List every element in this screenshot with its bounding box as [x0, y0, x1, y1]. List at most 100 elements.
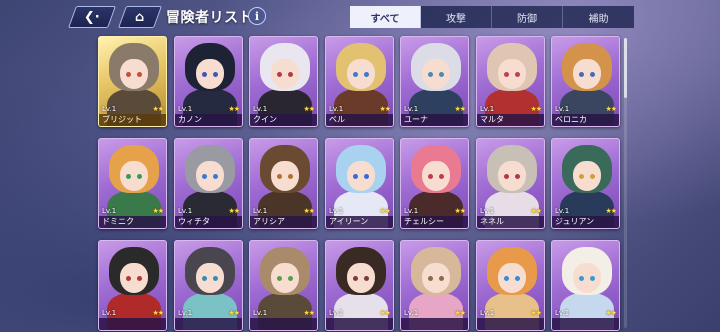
level-label: Lv.1: [253, 207, 268, 215]
portrait-eye: [277, 276, 282, 281]
adventurer-name: チェルシー: [401, 216, 468, 228]
home-button[interactable]: ⌂: [117, 6, 163, 28]
portrait-eye: [590, 276, 595, 281]
adventurer-card[interactable]: Lv.1 ★★ ベル: [325, 36, 394, 127]
adventurer-card[interactable]: Lv.1 ★★ ドミニク: [98, 138, 167, 229]
top-bar: ❮· ⌂ 冒険者リスト i すべて 攻撃 防御 補助: [0, 0, 720, 34]
rarity-stars-icon: ★★: [454, 309, 466, 317]
adventurer-card[interactable]: Lv.1 ★★: [98, 240, 167, 331]
portrait-face: [347, 263, 375, 293]
adventurer-card[interactable]: Lv.1 ★★ チェルシー: [400, 138, 469, 229]
portrait-eye: [277, 174, 282, 179]
portrait-eye: [353, 174, 358, 179]
rarity-stars-icon: ★★: [379, 105, 391, 113]
adventurer-card[interactable]: Lv.1 ★★ アイリーン: [325, 138, 394, 229]
portrait-eye: [590, 72, 595, 77]
adventurer-card[interactable]: Lv.1 ★★: [476, 240, 545, 331]
portrait-face: [120, 263, 148, 293]
tab-attack[interactable]: 攻撃: [421, 6, 492, 28]
adventurer-card[interactable]: Lv.1 ★★: [400, 240, 469, 331]
rarity-stars-icon: ★★: [303, 105, 315, 113]
portrait-eye: [579, 72, 584, 77]
tab-support[interactable]: 補助: [563, 6, 634, 28]
rarity-stars-icon: ★★: [454, 207, 466, 215]
adventurer-name: ユーナ: [401, 114, 468, 126]
adventurer-name: [250, 318, 317, 330]
adventurer-card[interactable]: Lv.1 ★★: [174, 240, 243, 331]
adventurer-card[interactable]: Lv.1 ★★ ブリジット: [98, 36, 167, 127]
adventurer-name: アリシア: [250, 216, 317, 228]
adventurer-card[interactable]: Lv.1 ★★: [249, 240, 318, 331]
adventurer-card[interactable]: Lv.1 ★★ カノン: [174, 36, 243, 127]
rarity-stars-icon: ★★: [605, 207, 617, 215]
adventurer-card[interactable]: Lv.1 ★★: [325, 240, 394, 331]
portrait-eye: [515, 72, 520, 77]
rarity-stars-icon: ★★: [228, 207, 240, 215]
level-label: Lv.1: [329, 105, 344, 113]
adventurer-name: ジュリアン: [552, 216, 619, 228]
level-label: Lv.1: [178, 207, 193, 215]
info-button[interactable]: i: [248, 7, 266, 25]
adventurer-name: ドミニク: [99, 216, 166, 228]
portrait-eye: [126, 174, 131, 179]
rarity-stars-icon: ★★: [605, 309, 617, 317]
portrait-eye: [137, 174, 142, 179]
adventurer-card[interactable]: Lv.1 ★★ アリシア: [249, 138, 318, 229]
portrait-eye: [213, 276, 218, 281]
portrait-face: [196, 263, 224, 293]
rarity-stars-icon: ★★: [379, 309, 391, 317]
portrait-face: [422, 161, 450, 191]
rarity-stars-icon: ★★: [228, 309, 240, 317]
portrait-eye: [202, 174, 207, 179]
adventurer-name: カノン: [175, 114, 242, 126]
adventurer-name: ウィチタ: [175, 216, 242, 228]
rarity-stars-icon: ★★: [152, 309, 164, 317]
adventurer-card[interactable]: Lv.1 ★★ ウィチタ: [174, 138, 243, 229]
rarity-stars-icon: ★★: [379, 207, 391, 215]
portrait-eye: [515, 276, 520, 281]
portrait-eye: [439, 276, 444, 281]
level-label: Lv.1: [404, 207, 419, 215]
portrait-eye: [439, 72, 444, 77]
tab-all[interactable]: すべて: [350, 6, 421, 28]
portrait-face: [271, 59, 299, 89]
adventurer-card[interactable]: Lv.1 ★★ クイン: [249, 36, 318, 127]
level-label: Lv.1: [178, 309, 193, 317]
adventurer-card[interactable]: Lv.1 ★★ マルタ: [476, 36, 545, 127]
level-label: Lv.1: [555, 105, 570, 113]
adventurer-name: [401, 318, 468, 330]
rarity-stars-icon: ★★: [530, 105, 542, 113]
adventurer-card[interactable]: Lv.1 ★★ ジュリアン: [551, 138, 620, 229]
portrait-face: [422, 263, 450, 293]
portrait-face: [120, 59, 148, 89]
level-label: Lv.1: [404, 105, 419, 113]
adventurer-card[interactable]: Lv.1 ★★ ユーナ: [400, 36, 469, 127]
level-label: Lv.1: [102, 105, 117, 113]
back-button[interactable]: ❮·: [67, 6, 117, 28]
scrollbar-thumb[interactable]: [624, 38, 627, 98]
rarity-stars-icon: ★★: [228, 105, 240, 113]
portrait-eye: [288, 72, 293, 77]
level-label: Lv.1: [102, 207, 117, 215]
portrait-face: [271, 263, 299, 293]
level-label: Lv.1: [555, 207, 570, 215]
portrait-face: [120, 161, 148, 191]
level-label: Lv.1: [253, 105, 268, 113]
portrait-eye: [277, 72, 282, 77]
portrait-eye: [137, 276, 142, 281]
adventurer-card[interactable]: Lv.1 ★★ ネネル: [476, 138, 545, 229]
level-label: Lv.1: [178, 105, 193, 113]
adventurer-card[interactable]: Lv.1 ★★ ベロニカ: [551, 36, 620, 127]
adventurer-name: [552, 318, 619, 330]
portrait-face: [347, 59, 375, 89]
tab-defense[interactable]: 防御: [492, 6, 563, 28]
portrait-face: [196, 161, 224, 191]
portrait-eye: [428, 72, 433, 77]
page-title: 冒険者リスト: [166, 10, 253, 26]
adventurer-card[interactable]: Lv.1 ★★: [551, 240, 620, 331]
portrait-face: [573, 59, 601, 89]
portrait-eye: [213, 72, 218, 77]
back-arrow-icon: ❮·: [84, 9, 100, 25]
level-label: Lv.1: [404, 309, 419, 317]
scrollbar[interactable]: [624, 38, 627, 328]
